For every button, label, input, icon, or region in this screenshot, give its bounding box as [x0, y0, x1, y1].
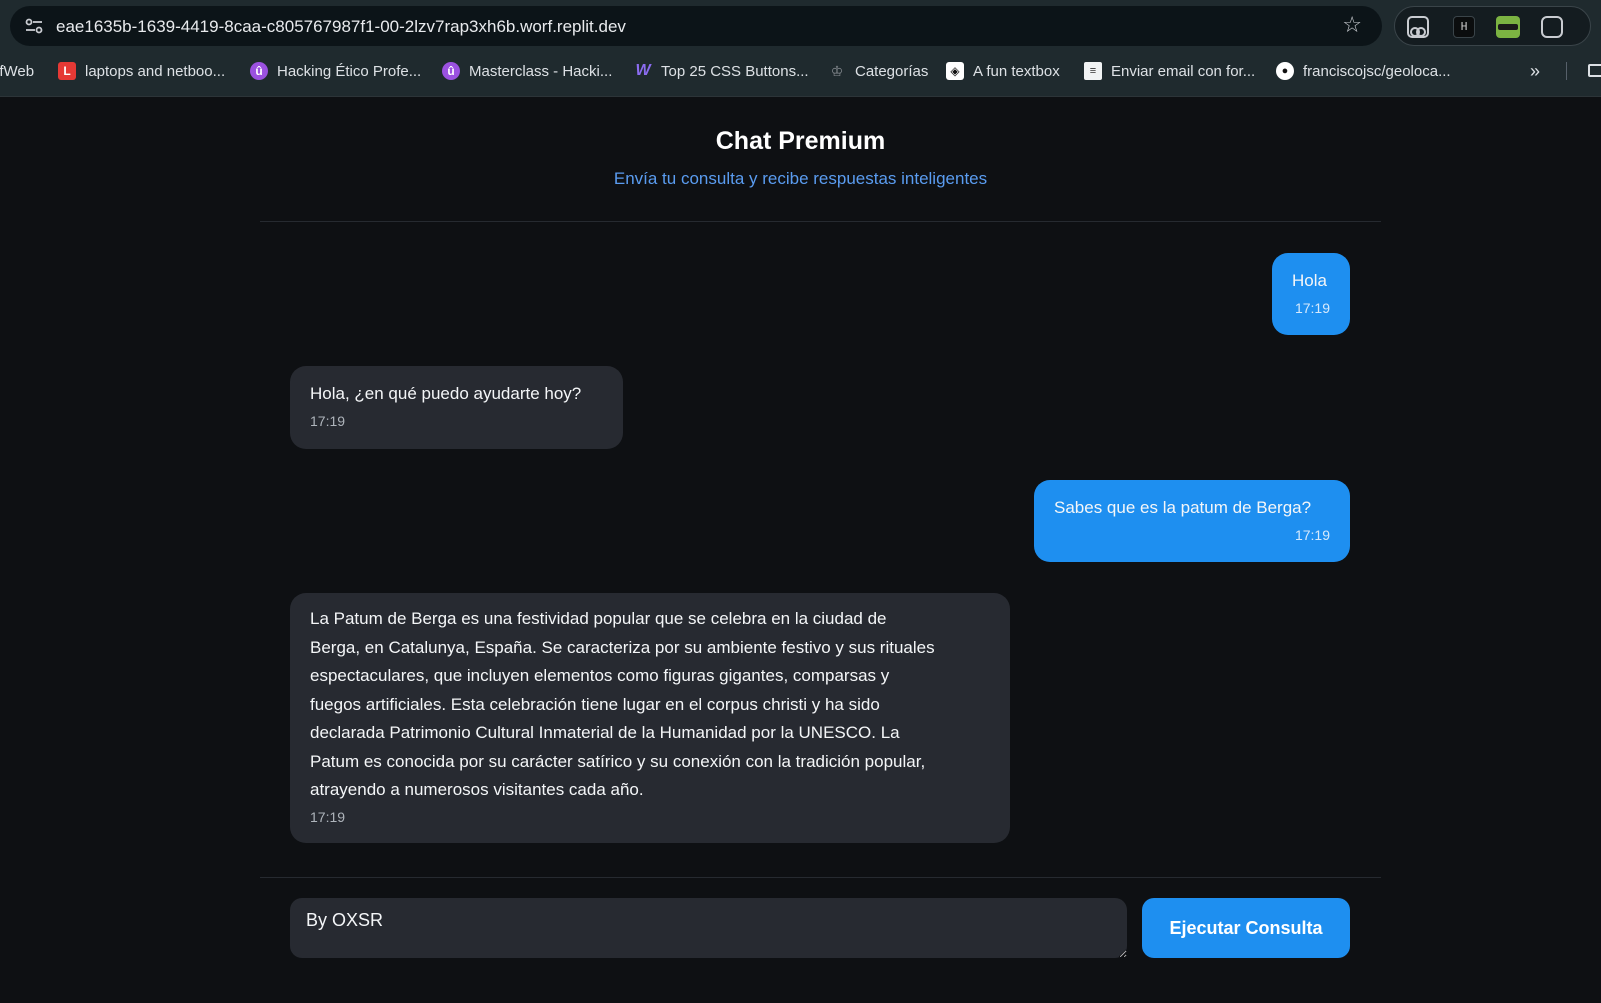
chat-page: Chat Premium Envía tu consulta y recibe … [0, 97, 1601, 1003]
site-settings-icon[interactable] [24, 17, 44, 35]
message-text: Sabes que es la patum de Berga? [1054, 498, 1312, 517]
glasses-extension-icon[interactable] [1496, 16, 1520, 38]
execute-query-button[interactable]: Ejecutar Consulta [1142, 898, 1350, 958]
bookmark-item[interactable]: ♔ Categorías [828, 58, 929, 84]
document-icon: ≡ [1084, 62, 1102, 80]
message-line: espectaculares, que incluyen elementos c… [310, 666, 890, 685]
incognito-extension-icon[interactable] [1407, 16, 1429, 38]
bookmark-item[interactable]: W Top 25 CSS Buttons... [634, 58, 809, 84]
bookmark-label: A fun textbox [973, 62, 1060, 80]
page-subtitle: Envía tu consulta y recibe respuestas in… [613, 169, 988, 188]
assistant-message: Hola, ¿en qué puedo ayudarte hoy? 17:19 [290, 366, 623, 449]
bookmark-label: Top 25 CSS Buttons... [661, 62, 809, 80]
extensions-puzzle-icon[interactable] [1541, 16, 1563, 38]
bookmarks-bar: lfWeb L laptops and netboo... û Hacking … [0, 58, 1601, 84]
bookmarks-divider [1566, 62, 1567, 80]
letter-l-icon: L [58, 62, 76, 80]
user-message: Hola 17:19 [1272, 253, 1350, 335]
message-line: Patum es conocida por su carácter satíri… [310, 751, 926, 771]
browser-chrome: eae1635b-1639-4419-8caa-c805767987f1-00-… [0, 0, 1601, 97]
udemy-icon: û [250, 62, 268, 80]
message-text: Hola [1292, 271, 1327, 290]
codepen-icon: ◈ [946, 62, 964, 80]
bookmark-item[interactable]: L laptops and netboo... [58, 58, 225, 84]
address-bar[interactable]: eae1635b-1639-4419-8caa-c805767987f1-00-… [10, 6, 1382, 46]
message-text: Hola, ¿en qué puedo ayudarte hoy? [310, 384, 582, 403]
bookmark-label: lfWeb [0, 62, 35, 80]
message-time: 17:19 [310, 412, 346, 429]
bookmark-item[interactable]: û Hacking Ético Profe... [250, 58, 421, 84]
extensions-area: H [1394, 6, 1591, 46]
header-divider [260, 221, 1381, 222]
bookmark-item[interactable]: lfWeb [0, 58, 34, 84]
bookmark-label: Masterclass - Hacki... [469, 62, 613, 80]
bookmark-star-icon[interactable]: ☆ [1342, 14, 1362, 36]
github-icon: ● [1276, 62, 1294, 80]
bookmark-label: Enviar email con for... [1111, 62, 1256, 80]
message-line: La Patum de Berga es una festividad popu… [310, 609, 887, 628]
bookmark-label: Categorías [855, 62, 929, 80]
message-line: declarada Patrimonio Cultural Inmaterial… [310, 723, 900, 742]
user-message: Sabes que es la patum de Berga? 17:19 [1034, 480, 1350, 562]
bookmark-item[interactable]: ◈ A fun textbox [946, 58, 1060, 84]
message-line: fuegos artificiales. Esta celebración ti… [310, 694, 880, 714]
bookmark-label: laptops and netboo... [85, 62, 226, 80]
folder-icon[interactable] [1588, 64, 1601, 77]
query-input[interactable]: By OXSR [290, 898, 1127, 958]
message-time: 17:19 [1294, 526, 1330, 543]
bookmark-item[interactable]: ≡ Enviar email con for... [1084, 58, 1255, 84]
more-bookmarks-chevron-icon[interactable]: » [1530, 58, 1540, 84]
message-time: 17:19 [1294, 299, 1330, 316]
bookmark-label: Hacking Ético Profe... [277, 62, 422, 80]
crown-icon: ♔ [830, 62, 844, 79]
message-line: atrayendo a numerosos visitantes cada añ… [310, 780, 644, 799]
bookmark-item[interactable]: û Masterclass - Hacki... [442, 58, 612, 84]
page-title: Chat Premium [715, 127, 886, 155]
message-time: 17:19 [310, 808, 346, 825]
assistant-message: La Patum de Berga es una festividad popu… [290, 593, 1010, 843]
udemy-icon: û [442, 62, 460, 80]
message-line: Berga, en Catalunya, España. Se caracter… [310, 637, 935, 657]
url-text[interactable]: eae1635b-1639-4419-8caa-c805767987f1-00-… [56, 17, 626, 37]
bookmark-label: franciscojsc/geoloca... [1303, 62, 1451, 80]
composer-divider [260, 877, 1381, 878]
bookmark-item[interactable]: ● franciscojsc/geoloca... [1276, 58, 1451, 84]
w-logo-icon: W [635, 62, 651, 79]
h-extension-icon[interactable]: H [1453, 16, 1475, 38]
